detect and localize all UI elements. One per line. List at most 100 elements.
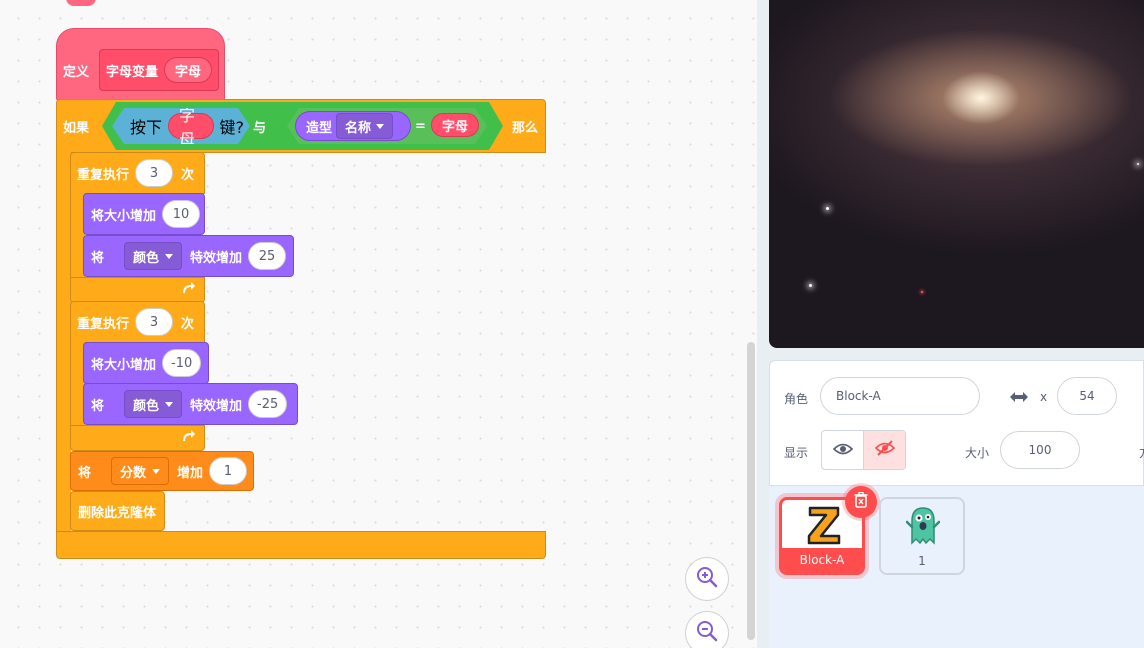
direction-label-cut: 方 <box>1139 444 1144 461</box>
change-effect-block[interactable]: 将 颜色 特效增加 25 <box>83 235 294 277</box>
repeat-bottom-1[interactable] <box>70 277 205 303</box>
then-label: 那么 <box>512 99 538 153</box>
delete-clone-block[interactable]: 删除此克隆体 <box>70 491 165 531</box>
procedure-param[interactable]: 字母 <box>164 57 213 83</box>
effect-value-input[interactable]: 25 <box>248 242 287 270</box>
trash-icon <box>854 491 868 512</box>
sprite-list: Block-A 1 <box>769 486 1144 648</box>
show-button[interactable] <box>822 431 863 469</box>
x-label: x <box>1040 390 1048 404</box>
dropdown-caret-icon <box>376 124 384 129</box>
size-input[interactable]: 100 <box>1000 431 1080 469</box>
sprite-tile[interactable]: 1 <box>879 497 965 575</box>
dropdown-caret-icon <box>165 401 174 407</box>
effect-dropdown-value: 颜色 <box>133 398 160 414</box>
zoom-in-button[interactable] <box>685 557 729 601</box>
and-text: 与 <box>253 120 267 136</box>
sprite-label: 角色 <box>784 392 809 406</box>
repeat-count-input[interactable]: 3 <box>135 308 174 336</box>
key-pressed-suffix: 键? <box>219 118 244 137</box>
repeat-count-input[interactable]: 3 <box>135 159 174 187</box>
delete-sprite-button[interactable] <box>845 486 877 518</box>
change-var-input[interactable]: 1 <box>209 457 248 485</box>
code-area[interactable]: 定义 字母变量 字母 如果 按下 字母 键? 与 造型 名称 = 字母 那么 重… <box>0 0 757 648</box>
sprite-info-panel: 角色 Block-A x 54 显示 大小 100 <box>769 360 1144 486</box>
repeat-label: 重复执行 <box>77 316 130 332</box>
sprite-name-input[interactable]: Block-A <box>820 377 980 415</box>
costume-dropdown-value: 名称 <box>345 120 372 136</box>
effect-value-input[interactable]: -25 <box>248 390 288 418</box>
change-size-input[interactable]: -10 <box>162 349 202 377</box>
costume-reporter[interactable]: 造型 名称 <box>295 111 411 141</box>
and-label: 与 <box>253 102 266 150</box>
if-block-bottom[interactable] <box>56 531 546 559</box>
stage-star <box>921 291 923 293</box>
repeat-block-2[interactable]: 重复执行 3 次 <box>70 301 205 343</box>
variable-dropdown-value: 分数 <box>120 465 147 481</box>
stage-star <box>826 207 829 210</box>
loop-arrow-icon <box>180 428 196 448</box>
effect-dropdown[interactable]: 颜色 <box>124 390 183 418</box>
equals-text: = <box>415 118 426 134</box>
sprite-tile-name: 1 <box>918 554 926 568</box>
letter-z-sprite-icon <box>806 504 842 550</box>
procedure-name: 字母变量 <box>106 64 159 80</box>
costume-dropdown[interactable]: 名称 <box>336 113 393 139</box>
procedure-prototype[interactable]: 字母变量 字母 <box>99 49 220 91</box>
change-size-block[interactable]: 将大小增加 10 <box>83 193 205 235</box>
code-scrollbar[interactable] <box>747 342 755 640</box>
effect-dropdown[interactable]: 颜色 <box>124 242 183 270</box>
repeat-block-1[interactable]: 重复执行 3 次 <box>70 152 205 194</box>
change-size-input[interactable]: 10 <box>162 200 201 228</box>
change-size-label: 将大小增加 <box>91 208 157 224</box>
loop-arrow-icon <box>180 280 196 300</box>
change-size-label: 将大小增加 <box>91 357 157 373</box>
size-label: 大小 <box>965 446 990 460</box>
dropdown-caret-icon <box>165 253 174 259</box>
effect-suffix: 特效增加 <box>190 398 243 414</box>
show-label: 显示 <box>784 446 809 460</box>
and-operator[interactable]: 按下 字母 键? 与 造型 名称 = 字母 <box>102 102 503 150</box>
effect-suffix: 特效增加 <box>190 250 243 266</box>
key-param[interactable]: 字母 <box>168 113 213 139</box>
dropdown-caret-icon <box>152 468 161 474</box>
sprite-tile-name: Block-A <box>782 548 862 572</box>
if-block-arm[interactable] <box>56 152 71 532</box>
variable-dropdown[interactable]: 分数 <box>111 457 170 485</box>
repeat-unit: 次 <box>181 316 195 332</box>
zoom-out-button[interactable] <box>685 611 729 648</box>
then-text: 那么 <box>512 120 539 136</box>
effect-prefix: 将 <box>91 250 105 266</box>
costume-label: 造型 <box>306 120 333 136</box>
stage[interactable] <box>769 0 1144 348</box>
delete-clone-label: 删除此克隆体 <box>78 505 157 521</box>
sprite-name-value: Block-A <box>836 389 881 403</box>
visibility-toggle <box>821 430 906 470</box>
if-label: 如果 <box>63 120 90 136</box>
effect-prefix: 将 <box>91 398 105 414</box>
change-effect-block[interactable]: 将 颜色 特效增加 -25 <box>83 383 298 425</box>
green-monster-sprite-icon <box>905 505 941 551</box>
define-keyword: 定义 <box>63 64 90 80</box>
equals-operator[interactable]: 造型 名称 = 字母 <box>287 108 487 144</box>
equals-param[interactable]: 字母 <box>431 113 479 137</box>
stage-star <box>809 284 812 287</box>
key-pressed-prefix: 按下 <box>130 118 163 137</box>
size-value: 100 <box>1028 443 1052 457</box>
eye-slash-icon <box>874 439 895 461</box>
equals-sign: = <box>415 108 426 144</box>
repeat-bottom-2[interactable] <box>70 425 205 451</box>
change-var-suffix: 增加 <box>177 465 204 481</box>
x-arrow-icon <box>1008 389 1030 408</box>
effect-dropdown-value: 颜色 <box>133 250 160 266</box>
define-block[interactable]: 定义 字母变量 字母 <box>56 28 225 102</box>
eye-icon <box>832 441 853 460</box>
x-input[interactable]: 54 <box>1057 377 1117 415</box>
repeat-label: 重复执行 <box>77 167 130 183</box>
change-size-block[interactable]: 将大小增加 -10 <box>83 342 209 384</box>
key-pressed-block[interactable]: 按下 字母 键? <box>112 108 250 144</box>
hide-button[interactable] <box>863 431 905 469</box>
previous-stack-edge[interactable] <box>66 0 96 6</box>
change-var-prefix: 将 <box>78 465 92 481</box>
change-variable-block[interactable]: 将 分数 增加 1 <box>70 451 254 491</box>
